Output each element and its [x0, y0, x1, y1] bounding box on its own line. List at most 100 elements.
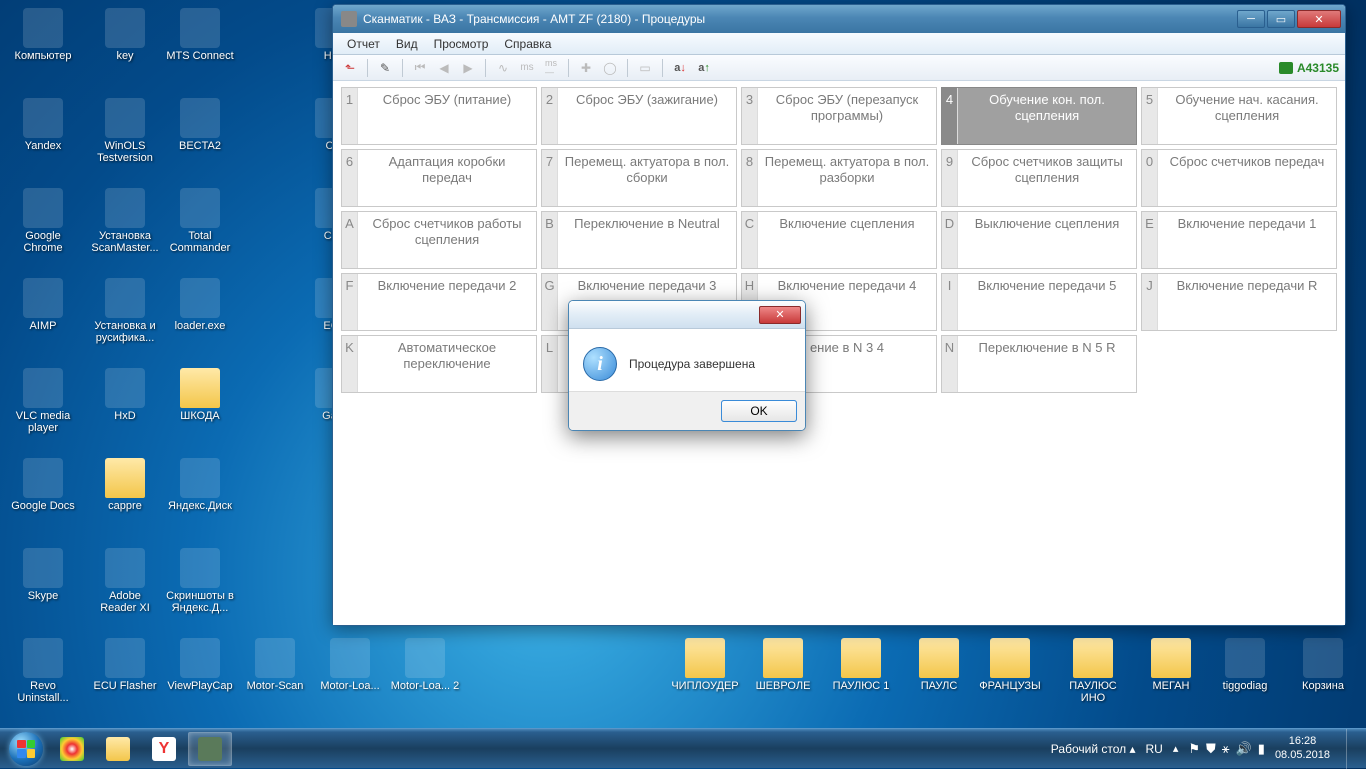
desktop-icon[interactable]: Motor-Loa... 2 — [390, 638, 460, 692]
desktop-icon[interactable]: BECTA2 — [165, 98, 235, 152]
procedure-cell[interactable]: 2Сброс ЭБУ (зажигание) — [541, 87, 737, 145]
prev-icon[interactable]: ◀ — [433, 58, 455, 78]
desktop-icon[interactable]: МЕГАН — [1136, 638, 1206, 692]
desktop-icon[interactable]: tiggodiag — [1210, 638, 1280, 692]
language-indicator[interactable]: RU — [1145, 742, 1162, 756]
procedure-cell[interactable]: 7Перемещ. актуатора в пол. сборки — [541, 149, 737, 207]
pin-yandex[interactable]: Y — [142, 732, 186, 766]
procedure-cell[interactable]: 8Перемещ. актуатора в пол. разборки — [741, 149, 937, 207]
procedure-cell[interactable]: IВключение передачи 5 — [941, 273, 1137, 331]
titlebar[interactable]: Сканматик - ВАЗ - Трансмиссия - AMT ZF (… — [333, 5, 1345, 33]
first-icon[interactable]: ⏮ — [409, 58, 431, 78]
desktop-icon[interactable]: Google Docs — [8, 458, 78, 512]
cell-label: Переключение в Neutral — [558, 212, 736, 268]
add-icon[interactable]: ✚ — [575, 58, 597, 78]
volume-icon[interactable]: 🔊 — [1236, 741, 1252, 757]
pin-chrome[interactable] — [50, 732, 94, 766]
desktop-icon[interactable]: AIMP — [8, 278, 78, 332]
desktop-icon[interactable]: ПАУЛЮС 1 — [826, 638, 896, 692]
desktop-icon[interactable]: Revo Uninstall... — [8, 638, 78, 704]
rect-icon[interactable]: ▭ — [634, 58, 656, 78]
back-icon[interactable]: ⬑ — [339, 58, 361, 78]
desktop-icon[interactable]: Компьютер — [8, 8, 78, 62]
procedure-cell[interactable]: 0Сброс счетчиков передач — [1141, 149, 1337, 207]
desktop-icon[interactable]: ViewPlayCap — [165, 638, 235, 692]
procedure-cell[interactable]: CВключение сцепления — [741, 211, 937, 269]
desktop-icon[interactable]: MTS Connect — [165, 8, 235, 62]
desktop-icon[interactable]: ШКОДА — [165, 368, 235, 422]
procedure-cell[interactable]: 4Обучение кон. пол. сцепления — [941, 87, 1137, 145]
procedure-cell[interactable]: FВключение передачи 2 — [341, 273, 537, 331]
desktop-icon[interactable]: Установка ScanMaster... — [90, 188, 160, 254]
desktop-icon[interactable]: Yandex — [8, 98, 78, 152]
procedure-cell[interactable]: 5Обучение нач. касания. сцепления — [1141, 87, 1337, 145]
flag-icon[interactable]: ⚑ — [1188, 741, 1200, 757]
desktop-icon[interactable]: сарpre — [90, 458, 160, 512]
procedure-cell[interactable]: BПереключение в Neutral — [541, 211, 737, 269]
start-button[interactable] — [6, 729, 46, 769]
procedure-cell[interactable]: EВключение передачи 1 — [1141, 211, 1337, 269]
next-icon[interactable]: ▶ — [457, 58, 479, 78]
procedure-cell[interactable]: JВключение передачи R — [1141, 273, 1337, 331]
show-desktop-label[interactable]: Рабочий стол ▴ — [1051, 742, 1136, 756]
battery-icon[interactable]: ▮ — [1258, 741, 1265, 757]
circle-icon[interactable]: ◯ — [599, 58, 621, 78]
wave-icon[interactable]: ∿ — [492, 58, 514, 78]
desktop-icon[interactable]: ФРАНЦУЗЫ — [975, 638, 1045, 692]
desktop-icon[interactable]: Google Chrome — [8, 188, 78, 254]
minimize-button[interactable]: ─ — [1237, 10, 1265, 28]
font-inc-icon[interactable]: a↑ — [693, 58, 715, 78]
procedure-cell[interactable]: NПереключение в N 5 R — [941, 335, 1137, 393]
desktop-icon[interactable]: Total Commander — [165, 188, 235, 254]
menu-view[interactable]: Вид — [388, 35, 426, 53]
close-button[interactable]: ✕ — [1297, 10, 1341, 28]
desktop-icon[interactable]: Skype — [8, 548, 78, 602]
procedure-cell[interactable]: 1Сброс ЭБУ (питание) — [341, 87, 537, 145]
pin-explorer[interactable] — [96, 732, 140, 766]
desktop-icon[interactable]: ЧИПЛОУДЕР — [670, 638, 740, 692]
desktop-icon[interactable]: Скриншоты в Яндекс.Д... — [165, 548, 235, 614]
procedure-cell[interactable]: 9Сброс счетчиков защиты сцепления — [941, 149, 1137, 207]
tray-chevron-icon[interactable]: ▴ — [1173, 742, 1179, 755]
network-icon[interactable]: ⚹ — [1222, 741, 1230, 757]
desktop-icon[interactable]: Motor-Loa... — [315, 638, 385, 692]
procedure-cell[interactable]: 3Сброс ЭБУ (перезапуск программы) — [741, 87, 937, 145]
menu-report[interactable]: Отчет — [339, 35, 388, 53]
desktop-icon[interactable]: key — [90, 8, 160, 62]
desktop-icon[interactable]: Adobe Reader XI — [90, 548, 160, 614]
font-dec-icon[interactable]: a↓ — [669, 58, 691, 78]
taskbar: Y Рабочий стол ▴ RU ▴ ⚑ ⛊ ⚹ 🔊 ▮ 16:28 08… — [0, 728, 1366, 768]
desktop-icon[interactable]: ПАУЛЮС ИНО — [1058, 638, 1128, 704]
show-desktop-button[interactable] — [1346, 729, 1356, 769]
ok-button[interactable]: OK — [721, 400, 797, 422]
menu-help[interactable]: Справка — [496, 35, 559, 53]
procedure-cell[interactable]: DВыключение сцепления — [941, 211, 1137, 269]
procedure-cell[interactable]: AСброс счетчиков работы сцепления — [341, 211, 537, 269]
cell-key: L — [542, 336, 558, 392]
pin-scanmatic[interactable] — [188, 732, 232, 766]
desktop-icon[interactable]: WinOLS Testversion — [90, 98, 160, 164]
procedure-cell[interactable]: KАвтоматическое переключение — [341, 335, 537, 393]
desktop-icon[interactable]: ПАУЛС — [904, 638, 974, 692]
edit-icon[interactable]: ✎ — [374, 58, 396, 78]
desktop-icon[interactable]: Motor-Scan — [240, 638, 310, 692]
desktop-icon[interactable]: HxD — [90, 368, 160, 422]
procedure-cell[interactable]: 6Адаптация коробки передач — [341, 149, 537, 207]
cell-label: Перемещ. актуатора в пол. сборки — [558, 150, 736, 206]
dialog-close-button[interactable]: ✕ — [759, 306, 801, 324]
dialog-titlebar[interactable]: ✕ — [569, 301, 805, 329]
desktop-icon[interactable]: ECU Flasher — [90, 638, 160, 692]
desktop-icon[interactable]: Корзина — [1288, 638, 1358, 692]
desktop-icon[interactable]: ШЕВРОЛЕ — [748, 638, 818, 692]
ms-icon[interactable]: ms — [516, 58, 538, 78]
desktop-icon[interactable]: loader.exe — [165, 278, 235, 332]
shield-icon[interactable]: ⛊ — [1206, 741, 1216, 757]
icon-image — [105, 368, 145, 408]
ms-frac-icon[interactable]: ms— — [540, 58, 562, 78]
maximize-button[interactable]: ▭ — [1267, 10, 1295, 28]
desktop-icon[interactable]: Установка и русифика... — [90, 278, 160, 344]
desktop-icon[interactable]: Яндекс.Диск — [165, 458, 235, 512]
menu-preview[interactable]: Просмотр — [426, 35, 497, 53]
desktop-icon[interactable]: VLC media player — [8, 368, 78, 434]
clock[interactable]: 16:28 08.05.2018 — [1275, 735, 1330, 761]
